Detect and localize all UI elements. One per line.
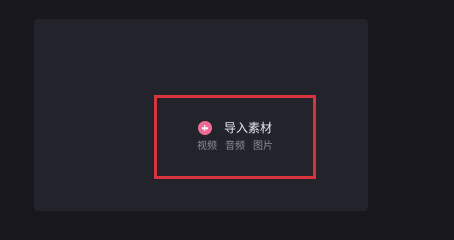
supported-media-types: 视频 音频 图片 [197, 141, 273, 153]
import-media-button[interactable]: 导入素材 [197, 121, 272, 135]
import-media-label: 导入素材 [223, 121, 272, 135]
media-type-video: 视频 [197, 141, 217, 152]
media-type-audio: 音频 [225, 141, 245, 152]
import-media-target[interactable]: 导入素材 视频 音频 图片 [154, 95, 316, 179]
media-drop-panel[interactable]: 导入素材 视频 音频 图片 [34, 19, 368, 211]
media-type-image: 图片 [253, 141, 273, 152]
plus-circle-icon [197, 121, 212, 135]
